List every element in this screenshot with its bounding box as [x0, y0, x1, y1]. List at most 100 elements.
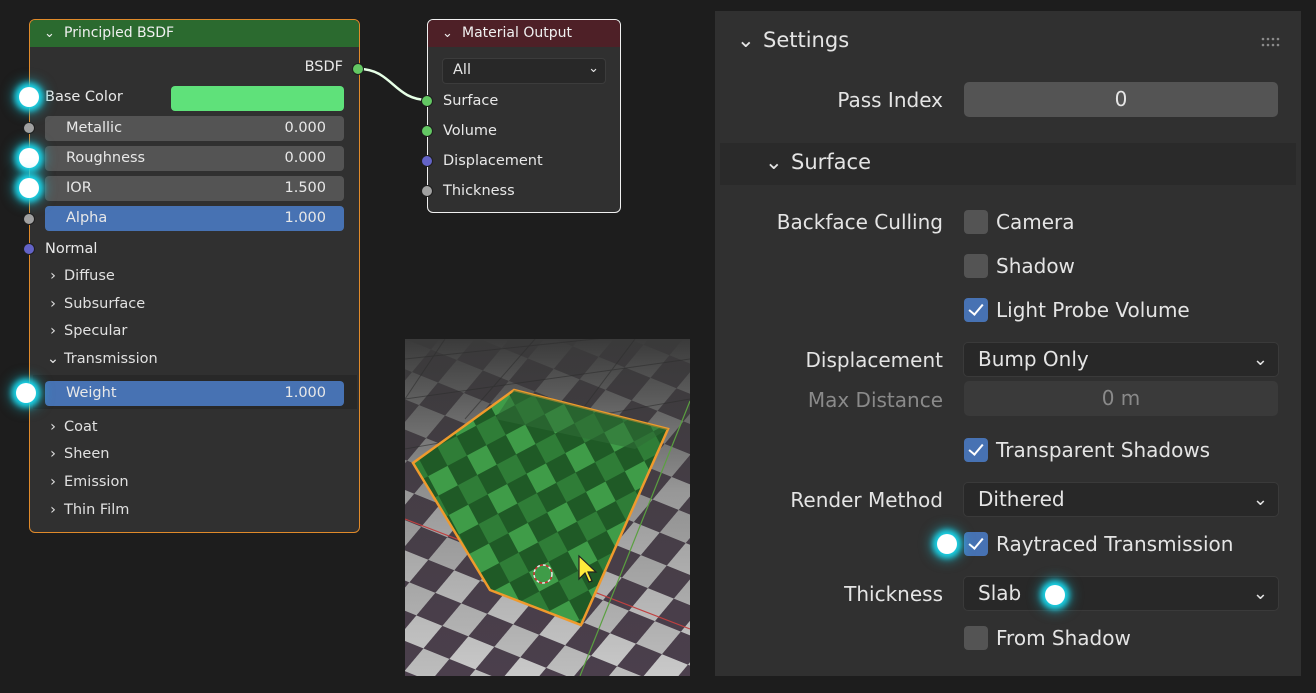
render-method-value: Dithered — [978, 487, 1065, 511]
panel-diffuse[interactable]: › Diffuse — [42, 268, 115, 284]
ior-field[interactable]: IOR 1.500 — [45, 176, 344, 201]
output-node-header[interactable]: ⌄ Material Output — [428, 20, 620, 47]
principled-bsdf-node[interactable]: ⌄ Principled BSDF BSDF Base Color Metall… — [29, 19, 360, 533]
ior-socket-highlight[interactable] — [19, 178, 39, 198]
metallic-socket[interactable] — [23, 122, 35, 134]
chevron-down-icon: ⌄ — [1252, 489, 1268, 510]
thickness-label: Thickness — [844, 582, 943, 606]
max-distance-value: 0 m — [1101, 386, 1141, 410]
displacement-dropdown[interactable]: Bump Only ⌄ — [963, 342, 1279, 377]
drag-handle-icon[interactable] — [1261, 33, 1283, 47]
panel-subsurface-label: Subsurface — [64, 296, 146, 312]
panel-transmission-label: Transmission — [64, 351, 158, 367]
chevron-down-icon: ⌄ — [1252, 349, 1268, 370]
ior-value: 1.500 — [284, 180, 326, 196]
target-value: All — [453, 62, 471, 78]
roughness-value: 0.000 — [284, 150, 326, 166]
chevron-down-icon: ⌄ — [46, 351, 60, 367]
thickness-dropdown[interactable]: Slab ⌄ — [963, 576, 1279, 611]
base-color-swatch[interactable] — [171, 86, 344, 111]
settings-panel-header[interactable]: ⌄ Settings — [737, 28, 849, 52]
bsdf-node-title: Principled BSDF — [64, 25, 175, 41]
panel-diffuse-label: Diffuse — [64, 268, 115, 284]
chevron-right-icon: › — [50, 268, 56, 284]
chevron-right-icon: › — [50, 502, 56, 518]
panel-transmission[interactable]: ⌄ Transmission — [42, 351, 158, 367]
roughness-label: Roughness — [66, 150, 146, 166]
weight-value: 1.000 — [284, 385, 326, 401]
volume-input-socket[interactable] — [421, 125, 433, 137]
panel-thin-film[interactable]: › Thin Film — [42, 502, 129, 518]
ior-label: IOR — [66, 180, 92, 196]
alpha-field[interactable]: Alpha 1.000 — [45, 206, 344, 231]
panel-coat[interactable]: › Coat — [42, 419, 98, 435]
settings-title: Settings — [763, 28, 850, 52]
base-color-socket-highlight[interactable] — [19, 87, 39, 107]
bsdf-output-socket[interactable] — [352, 63, 364, 75]
from-shadow-checkbox[interactable] — [964, 626, 988, 650]
metallic-field[interactable]: Metallic 0.000 — [45, 116, 344, 141]
alpha-socket[interactable] — [23, 213, 35, 225]
max-distance-label: Max Distance — [807, 388, 943, 412]
chevron-right-icon: › — [50, 474, 56, 490]
bsdf-node-header[interactable]: ⌄ Principled BSDF — [30, 20, 359, 47]
camera-checkbox[interactable] — [964, 210, 988, 234]
weight-socket-highlight[interactable] — [16, 383, 36, 403]
render-method-dropdown[interactable]: Dithered ⌄ — [963, 482, 1279, 517]
shadow-checkbox[interactable] — [964, 254, 988, 278]
bsdf-output-label: BSDF — [304, 59, 343, 75]
material-output-node[interactable]: ⌄ Material Output All ⌄ Surface Volume D… — [427, 19, 621, 213]
from-shadow-label: From Shadow — [996, 626, 1131, 650]
thickness-value: Slab — [978, 581, 1022, 605]
chevron-down-icon: ⌄ — [737, 28, 755, 52]
thickness-input-socket[interactable] — [421, 185, 433, 197]
panel-sheen[interactable]: › Sheen — [42, 446, 109, 462]
surface-input-label: Surface — [443, 93, 499, 109]
transparent-shadows-checkbox[interactable] — [964, 438, 988, 462]
chevron-right-icon: › — [50, 419, 56, 435]
chevron-down-icon: ⌄ — [1252, 583, 1268, 604]
roughness-field[interactable]: Roughness 0.000 — [45, 146, 344, 171]
roughness-socket-highlight[interactable] — [19, 148, 39, 168]
alpha-value: 1.000 — [284, 210, 326, 226]
weight-label: Weight — [66, 385, 117, 401]
transparent-shadows-label: Transparent Shadows — [996, 438, 1211, 462]
camera-label: Camera — [996, 210, 1075, 234]
chevron-down-icon: ⌄ — [588, 61, 599, 76]
render-method-label: Render Method — [790, 488, 943, 512]
output-node-title: Material Output — [462, 25, 572, 41]
panel-emission[interactable]: › Emission — [42, 474, 128, 490]
panel-specular-label: Specular — [64, 323, 128, 339]
chevron-right-icon: › — [50, 446, 56, 462]
raytraced-transmission-checkbox[interactable] — [964, 532, 988, 556]
backface-culling-label: Backface Culling — [776, 210, 943, 234]
3d-viewport[interactable] — [405, 339, 690, 676]
surface-subpanel-header[interactable]: ⌄ Surface — [765, 150, 871, 174]
displacement-input-socket[interactable] — [421, 155, 433, 167]
target-dropdown[interactable]: All ⌄ — [442, 58, 606, 84]
normal-label: Normal — [45, 241, 98, 257]
displacement-input-label: Displacement — [443, 153, 543, 169]
transmission-weight-field[interactable]: Weight 1.000 — [45, 381, 344, 406]
raytraced-transmission-label: Raytraced Transmission — [996, 532, 1234, 556]
alpha-label: Alpha — [66, 210, 108, 226]
panel-specular[interactable]: › Specular — [42, 323, 127, 339]
surface-title: Surface — [791, 150, 872, 174]
material-properties-panel: ⌄ Settings Pass Index 0 ⌄ Surface Backface… — [715, 11, 1301, 676]
thickness-input-label: Thickness — [443, 183, 515, 199]
metallic-label: Metallic — [66, 120, 123, 136]
panel-coat-label: Coat — [64, 419, 98, 435]
panel-thin-film-label: Thin Film — [64, 502, 130, 518]
max-distance-field: 0 m — [964, 381, 1278, 416]
pass-index-value: 0 — [1114, 87, 1128, 111]
base-color-label: Base Color — [45, 89, 123, 105]
pass-index-field[interactable]: 0 — [964, 82, 1278, 117]
chevron-down-icon[interactable]: ⌄ — [442, 20, 453, 47]
panel-subsurface[interactable]: › Subsurface — [42, 296, 145, 312]
chevron-down-icon[interactable]: ⌄ — [44, 20, 55, 47]
surface-input-socket[interactable] — [421, 95, 433, 107]
displacement-label: Displacement — [805, 348, 944, 372]
normal-socket[interactable] — [23, 243, 35, 255]
light-probe-volume-label: Light Probe Volume — [996, 298, 1190, 322]
light-probe-volume-checkbox[interactable] — [964, 298, 988, 322]
